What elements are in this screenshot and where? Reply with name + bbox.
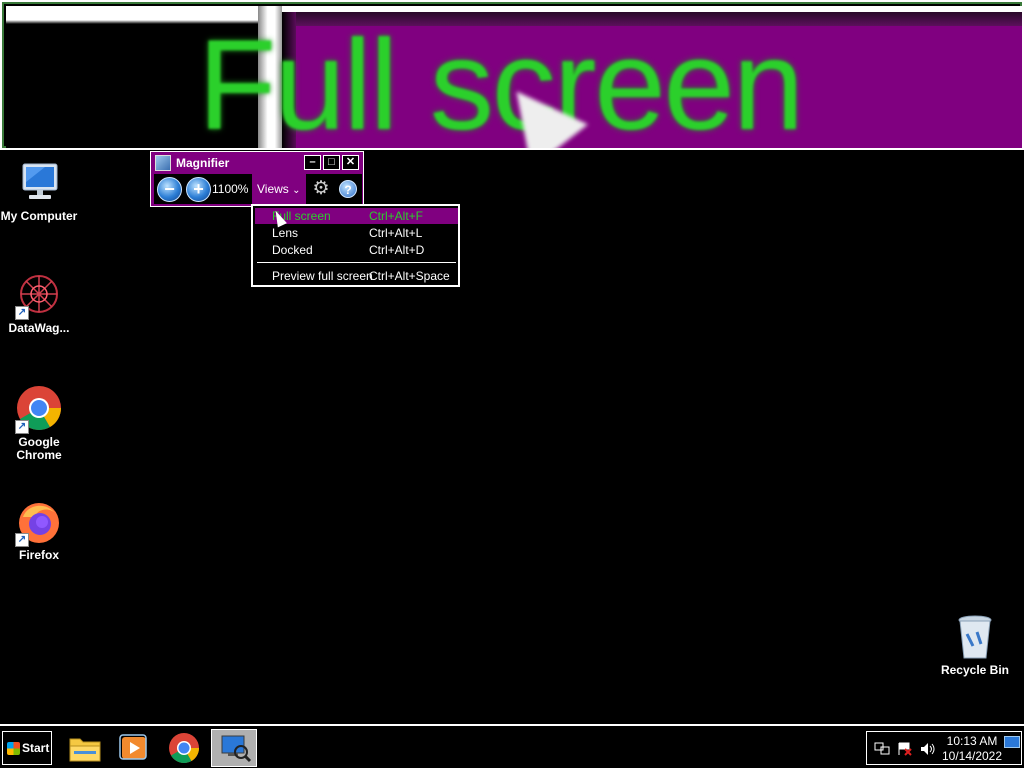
menu-separator [257, 262, 456, 263]
magnifier-docked-view: Full screen [0, 0, 1024, 150]
show-desktop-icon[interactable] [1004, 736, 1020, 748]
clock[interactable]: 10:13 AM 10/14/2022 [937, 734, 1007, 764]
desktop-icon-recycle-bin[interactable]: Recycle Bin [935, 614, 1015, 677]
chevron-down-icon: ⌄ [292, 185, 301, 196]
help-button[interactable]: ? [339, 180, 357, 198]
magnifier-toolbar: − + 1100% Views ⌄ ⚙ ? [154, 174, 362, 204]
magnified-text: Full screen [198, 14, 804, 150]
shortcut-arrow-icon: ↗ [15, 420, 29, 434]
shortcut-arrow-icon: ↗ [15, 533, 29, 547]
start-button[interactable]: Start [2, 731, 52, 765]
magnifier-window[interactable]: Magnifier – □ ✕ − + 1100% Views ⌄ ⚙ ? [150, 151, 364, 207]
options-gear-icon[interactable]: ⚙ [311, 179, 331, 199]
taskbar-file-explorer[interactable] [62, 729, 108, 767]
system-tray: 10:13 AM 10/14/2022 [866, 731, 1022, 765]
desktop-icon-datawag[interactable]: ↗ DataWag... [0, 272, 79, 335]
taskbar: Start 10:13 AM 10/14/2022 [0, 724, 1024, 768]
clock-date: 10/14/2022 [941, 749, 1003, 763]
chrome-icon [169, 733, 199, 764]
minimize-button[interactable]: – [304, 155, 321, 170]
folder-icon [69, 738, 101, 762]
zoom-in-button[interactable]: + [186, 177, 211, 202]
close-button[interactable]: ✕ [342, 155, 359, 170]
views-label: Views [257, 182, 289, 196]
magnifier-app-icon [155, 155, 171, 171]
zoom-out-button[interactable]: − [157, 177, 182, 202]
menu-item-docked[interactable]: Docked Ctrl+Alt+D [255, 242, 458, 258]
views-dropdown-button[interactable]: Views ⌄ [252, 174, 306, 204]
datawag-icon: ↗ [15, 272, 63, 320]
shortcut-arrow-icon: ↗ [15, 306, 29, 320]
menu-item-preview-full-screen[interactable]: Preview full screen Ctrl+Alt+Space [255, 268, 458, 284]
recycle-bin-icon [951, 614, 999, 662]
desktop-icon-google-chrome[interactable]: ↗ Google Chrome [0, 386, 79, 462]
magnifier-icon [221, 735, 252, 763]
taskbar-media-player[interactable] [110, 729, 156, 767]
zoom-level: 1100% [212, 182, 249, 196]
action-center-flag-icon[interactable] [897, 742, 913, 756]
clock-time: 10:13 AM [946, 734, 998, 748]
desktop-icon-firefox[interactable]: ↗ Firefox [0, 499, 79, 562]
menu-item-lens[interactable]: Lens Ctrl+Alt+L [255, 225, 458, 241]
maximize-button[interactable]: □ [323, 155, 340, 170]
media-player-icon [119, 734, 147, 760]
windows-logo-icon [7, 742, 20, 755]
firefox-icon: ↗ [15, 499, 63, 547]
volume-icon[interactable] [920, 742, 936, 756]
window-title: Magnifier [176, 156, 230, 170]
network-icon[interactable] [874, 742, 890, 756]
chrome-icon: ↗ [15, 386, 63, 434]
desktop-icon-my-computer[interactable]: My Computer [0, 160, 79, 223]
computer-icon [15, 160, 63, 208]
taskbar-magnifier[interactable] [211, 729, 257, 767]
taskbar-google-chrome[interactable] [161, 729, 207, 767]
